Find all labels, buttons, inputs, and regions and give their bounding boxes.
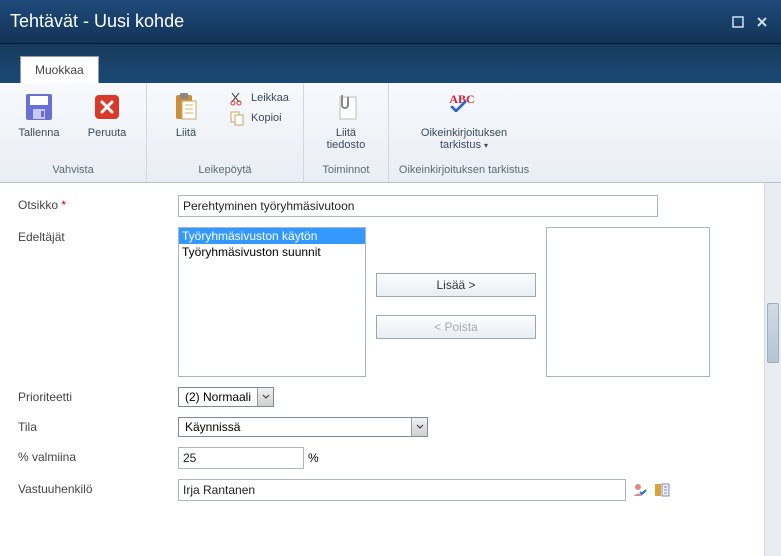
chevron-down-icon xyxy=(257,388,273,406)
copy-button[interactable]: Kopioi xyxy=(225,109,293,127)
check-names-icon[interactable] xyxy=(632,482,648,498)
assignee-input[interactable] xyxy=(178,479,626,501)
title-input[interactable] xyxy=(178,195,658,217)
label-status: Tila xyxy=(18,417,178,434)
label-predecessors: Edeltäjät xyxy=(18,227,178,244)
label-priority: Prioriteetti xyxy=(18,387,178,404)
scrollbar-thumb[interactable] xyxy=(767,303,779,363)
copy-icon xyxy=(229,110,245,126)
list-item[interactable]: Työryhmäsivuston käytön xyxy=(179,228,365,244)
ribbon-group-spelling: Oikeinkirjoituksen tarkistus xyxy=(399,161,529,180)
window-title: Tehtävät - Uusi kohde xyxy=(10,11,723,32)
dropdown-caret-icon: ▾ xyxy=(484,141,488,150)
attach-file-button[interactable]: Liitä tiedosto xyxy=(314,89,378,153)
label-percent: % valmiina xyxy=(18,447,178,464)
remove-button[interactable]: < Poista xyxy=(376,315,536,339)
vertical-scrollbar[interactable] xyxy=(764,183,781,556)
predecessors-available-list[interactable]: Työryhmäsivuston käytön Työryhmäsivuston… xyxy=(178,227,366,377)
add-button[interactable]: Lisää > xyxy=(376,273,536,297)
maximize-icon[interactable] xyxy=(729,13,747,31)
browse-directory-icon[interactable] xyxy=(654,482,670,498)
predecessors-selected-list[interactable] xyxy=(546,227,710,377)
spellcheck-icon: ABC xyxy=(448,91,480,123)
label-title: Otsikko * xyxy=(18,195,178,212)
list-item[interactable]: Työryhmäsivuston suunnit xyxy=(179,244,365,260)
save-button[interactable]: Tallenna xyxy=(10,89,68,141)
percent-suffix: % xyxy=(308,451,319,465)
ribbon-group-actions: Toiminnot xyxy=(322,161,369,180)
close-icon[interactable] xyxy=(753,13,771,31)
ribbon-group-clipboard: Leikepöytä xyxy=(198,161,251,180)
spelling-button[interactable]: ABC Oikeinkirjoituksen tarkistus ▾ xyxy=(409,89,519,153)
cancel-button[interactable]: Peruuta xyxy=(78,89,136,141)
attach-icon xyxy=(330,91,362,123)
status-select[interactable]: Käynnissä xyxy=(178,417,428,437)
cut-button[interactable]: Leikkaa xyxy=(225,89,293,107)
tab-edit[interactable]: Muokkaa xyxy=(20,56,99,83)
chevron-down-icon xyxy=(411,418,427,436)
cut-icon xyxy=(229,90,245,106)
paste-button[interactable]: Liitä xyxy=(157,89,215,141)
priority-select[interactable]: (2) Normaali xyxy=(178,387,274,407)
save-icon xyxy=(23,91,55,123)
percent-input[interactable] xyxy=(178,447,304,469)
paste-icon xyxy=(170,91,202,123)
cancel-icon xyxy=(91,91,123,123)
label-assignee: Vastuuhenkilö xyxy=(18,479,178,496)
ribbon-group-confirm: Vahvista xyxy=(52,161,93,180)
